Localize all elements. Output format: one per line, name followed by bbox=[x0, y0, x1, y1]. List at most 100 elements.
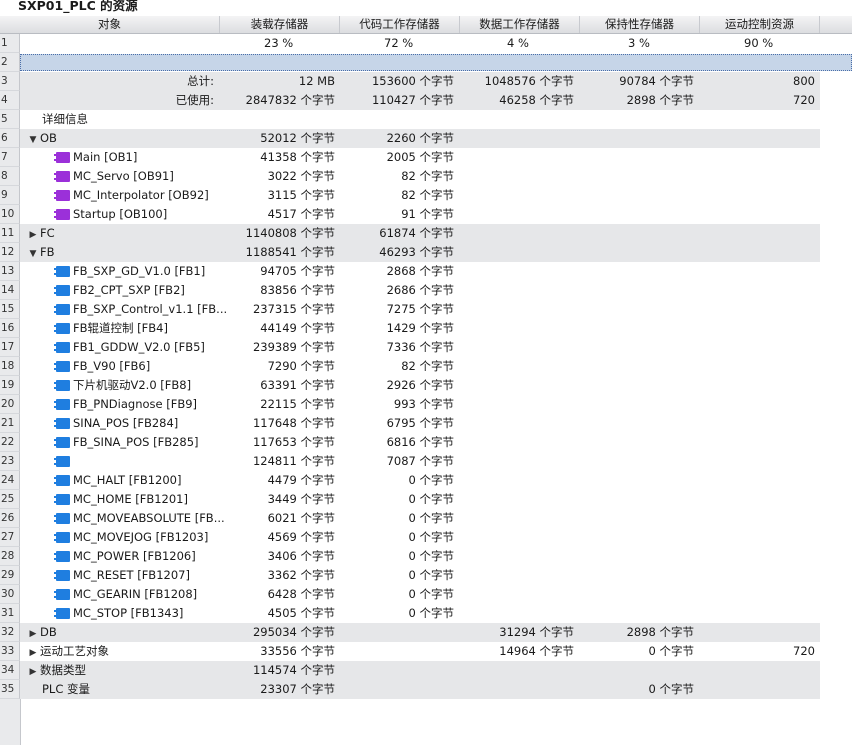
table-row[interactable]: 35 PLC 变量 23307 个字节 0 个字节 bbox=[0, 680, 852, 699]
object-cell[interactable]: FB辊道控制 [FB4] bbox=[22, 319, 252, 338]
table-row[interactable]: 19 下片机驱动V2.0 [FB8] 63391 个字节 2926 个字节 bbox=[0, 376, 852, 395]
col-header-retentive-memory[interactable]: 保持性存储器 bbox=[580, 16, 700, 33]
table-row[interactable]: 33 ▶ 运动工艺对象 33556 个字节 14964 个字节 0 个字节 720 bbox=[0, 642, 852, 661]
row-number[interactable]: 32 bbox=[0, 623, 20, 642]
row-number[interactable]: 25 bbox=[0, 490, 20, 509]
table-row[interactable]: 7 Main [OB1] 41358 个字节 2005 个字节 bbox=[0, 148, 852, 167]
collapse-arrow-icon[interactable]: ▼ bbox=[26, 245, 40, 262]
table-row[interactable]: 27 MC_MOVEJOG [FB1203] 4569 个字节 0 个字节 bbox=[0, 528, 852, 547]
row-number[interactable]: 23 bbox=[0, 452, 20, 471]
object-cell[interactable]: 下片机驱动V2.0 [FB8] bbox=[22, 376, 252, 395]
table-row[interactable]: 8 MC_Servo [OB91] 3022 个字节 82 个字节 bbox=[0, 167, 852, 186]
object-cell[interactable]: ▼ FB bbox=[22, 243, 222, 262]
row-number[interactable]: 10 bbox=[0, 205, 20, 224]
row-number[interactable]: 6 bbox=[0, 129, 20, 148]
row-number[interactable]: 30 bbox=[0, 585, 20, 604]
table-row[interactable]: 16 FB辊道控制 [FB4] 44149 个字节 1429 个字节 bbox=[0, 319, 852, 338]
object-cell[interactable]: MC_RESET [FB1207] bbox=[22, 566, 252, 585]
row-number[interactable]: 34 bbox=[0, 661, 20, 680]
row-number[interactable]: 26 bbox=[0, 509, 20, 528]
object-cell[interactable]: MC_HOME [FB1201] bbox=[22, 490, 252, 509]
row-number[interactable]: 15 bbox=[0, 300, 20, 319]
object-cell[interactable]: Startup [OB100] bbox=[22, 205, 252, 224]
expand-arrow-icon[interactable]: ▶ bbox=[26, 226, 40, 243]
expand-arrow-icon[interactable]: ▶ bbox=[26, 644, 40, 661]
table-row[interactable]: 21 SINA_POS [FB284] 117648 个字节 6795 个字节 bbox=[0, 414, 852, 433]
row-number[interactable]: 31 bbox=[0, 604, 20, 623]
table-row[interactable]: 13 FB_SXP_GD_V1.0 [FB1] 94705 个字节 2868 个字节 bbox=[0, 262, 852, 281]
row-number[interactable]: 21 bbox=[0, 414, 20, 433]
table-row[interactable]: 18 FB_V90 [FB6] 7290 个字节 82 个字节 bbox=[0, 357, 852, 376]
row-number[interactable]: 19 bbox=[0, 376, 20, 395]
row-number[interactable]: 29 bbox=[0, 566, 20, 585]
row-number[interactable]: 13 bbox=[0, 262, 20, 281]
table-row[interactable]: 24 MC_HALT [FB1200] 4479 个字节 0 个字节 bbox=[0, 471, 852, 490]
table-row[interactable]: 2 bbox=[0, 53, 852, 72]
object-cell[interactable]: FB_V90 [FB6] bbox=[22, 357, 252, 376]
object-cell[interactable] bbox=[22, 452, 252, 471]
object-cell[interactable]: MC_STOP [FB1343] bbox=[22, 604, 252, 623]
collapse-arrow-icon[interactable]: ▼ bbox=[26, 131, 40, 148]
row-number[interactable]: 8 bbox=[0, 167, 20, 186]
object-cell[interactable]: 已使用: bbox=[22, 91, 214, 110]
col-header-motion-control-resources[interactable]: 运动控制资源 bbox=[700, 16, 820, 33]
object-cell[interactable]: ▶ 数据类型 bbox=[22, 661, 222, 680]
col-header-code-work-memory[interactable]: 代码工作存储器 bbox=[340, 16, 460, 33]
row-number[interactable]: 33 bbox=[0, 642, 20, 661]
table-row[interactable]: 31 MC_STOP [FB1343] 4505 个字节 0 个字节 bbox=[0, 604, 852, 623]
table-row[interactable]: 25 MC_HOME [FB1201] 3449 个字节 0 个字节 bbox=[0, 490, 852, 509]
row-number[interactable]: 28 bbox=[0, 547, 20, 566]
table-row[interactable]: 32 ▶ DB 295034 个字节 31294 个字节 2898 个字节 bbox=[0, 623, 852, 642]
object-cell[interactable]: PLC 变量 bbox=[22, 680, 238, 699]
row-number[interactable]: 5 bbox=[0, 110, 20, 129]
object-cell[interactable] bbox=[22, 34, 224, 53]
row-number[interactable]: 16 bbox=[0, 319, 20, 338]
row-number[interactable]: 17 bbox=[0, 338, 20, 357]
object-cell[interactable]: ▶ 运动工艺对象 bbox=[22, 642, 222, 661]
row-number[interactable]: 24 bbox=[0, 471, 20, 490]
table-row[interactable]: 11 ▶ FC 1140808 个字节 61874 个字节 bbox=[0, 224, 852, 243]
table-row[interactable]: 9 MC_Interpolator [OB92] 3115 个字节 82 个字节 bbox=[0, 186, 852, 205]
col-header-object[interactable]: 对象 bbox=[0, 16, 220, 33]
table-row[interactable]: 20 FB_PNDiagnose [FB9] 22115 个字节 993 个字节 bbox=[0, 395, 852, 414]
table-row[interactable]: 12 ▼ FB 1188541 个字节 46293 个字节 bbox=[0, 243, 852, 262]
object-cell[interactable]: 总计: bbox=[22, 72, 214, 91]
table-row[interactable]: 22 FB_SINA_POS [FB285] 117653 个字节 6816 个字节 bbox=[0, 433, 852, 452]
row-number[interactable]: 12 bbox=[0, 243, 20, 262]
object-cell[interactable]: MC_HALT [FB1200] bbox=[22, 471, 252, 490]
table-row[interactable]: 14 FB2_CPT_SXP [FB2] 83856 个字节 2686 个字节 bbox=[0, 281, 852, 300]
table-row[interactable]: 23 124811 个字节 7087 个字节 bbox=[0, 452, 852, 471]
object-cell[interactable]: MC_Servo [OB91] bbox=[22, 167, 252, 186]
object-cell[interactable]: MC_MOVEJOG [FB1203] bbox=[22, 528, 252, 547]
col-header-load-memory[interactable]: 装载存储器 bbox=[220, 16, 340, 33]
table-row[interactable]: 17 FB1_GDDW_V2.0 [FB5] 239389 个字节 7336 个字节 bbox=[0, 338, 852, 357]
object-cell[interactable]: FB_SINA_POS [FB285] bbox=[22, 433, 252, 452]
table-row[interactable]: 15 FB_SXP_Control_v1.1 [FB... 237315 个字节 72… bbox=[0, 300, 852, 319]
table-row[interactable]: 28 MC_POWER [FB1206] 3406 个字节 0 个字节 bbox=[0, 547, 852, 566]
row-number[interactable]: 2 bbox=[0, 53, 20, 72]
object-cell[interactable]: ▼ OB bbox=[22, 129, 222, 148]
object-cell[interactable]: FB_SXP_GD_V1.0 [FB1] bbox=[22, 262, 252, 281]
table-row[interactable]: 30 MC_GEARIN [FB1208] 6428 个字节 0 个字节 bbox=[0, 585, 852, 604]
row-number[interactable]: 14 bbox=[0, 281, 20, 300]
row-number[interactable]: 18 bbox=[0, 357, 20, 376]
object-cell[interactable]: ▶ FC bbox=[22, 224, 222, 243]
object-cell[interactable]: SINA_POS [FB284] bbox=[22, 414, 252, 433]
expand-arrow-icon[interactable]: ▶ bbox=[26, 625, 40, 642]
object-cell[interactable]: FB_SXP_Control_v1.1 [FB... bbox=[22, 300, 252, 319]
object-cell[interactable]: FB_PNDiagnose [FB9] bbox=[22, 395, 252, 414]
object-cell[interactable]: MC_MOVEABSOLUTE [FB... bbox=[22, 509, 252, 528]
col-header-data-work-memory[interactable]: 数据工作存储器 bbox=[460, 16, 580, 33]
expand-arrow-icon[interactable]: ▶ bbox=[26, 663, 40, 680]
object-cell[interactable]: ▶ DB bbox=[22, 623, 222, 642]
row-number[interactable]: 27 bbox=[0, 528, 20, 547]
table-row[interactable]: 6 ▼ OB 52012 个字节 2260 个字节 bbox=[0, 129, 852, 148]
row-number[interactable]: 1 bbox=[0, 34, 20, 53]
object-cell[interactable]: MC_Interpolator [OB92] bbox=[22, 186, 252, 205]
table-row[interactable]: 3 总计: 12 MB 153600 个字节 1048576 个字节 90784 个字节 8… bbox=[0, 72, 852, 91]
table-row[interactable]: 1 23 % 72 % 4 % 3 % 90 % bbox=[0, 34, 852, 53]
object-cell[interactable]: Main [OB1] bbox=[22, 148, 252, 167]
table-row[interactable]: 4 已使用: 2847832 个字节 110427 个字节 46258 个字节 2898 … bbox=[0, 91, 852, 110]
object-cell[interactable]: FB1_GDDW_V2.0 [FB5] bbox=[22, 338, 252, 357]
object-cell[interactable]: MC_POWER [FB1206] bbox=[22, 547, 252, 566]
